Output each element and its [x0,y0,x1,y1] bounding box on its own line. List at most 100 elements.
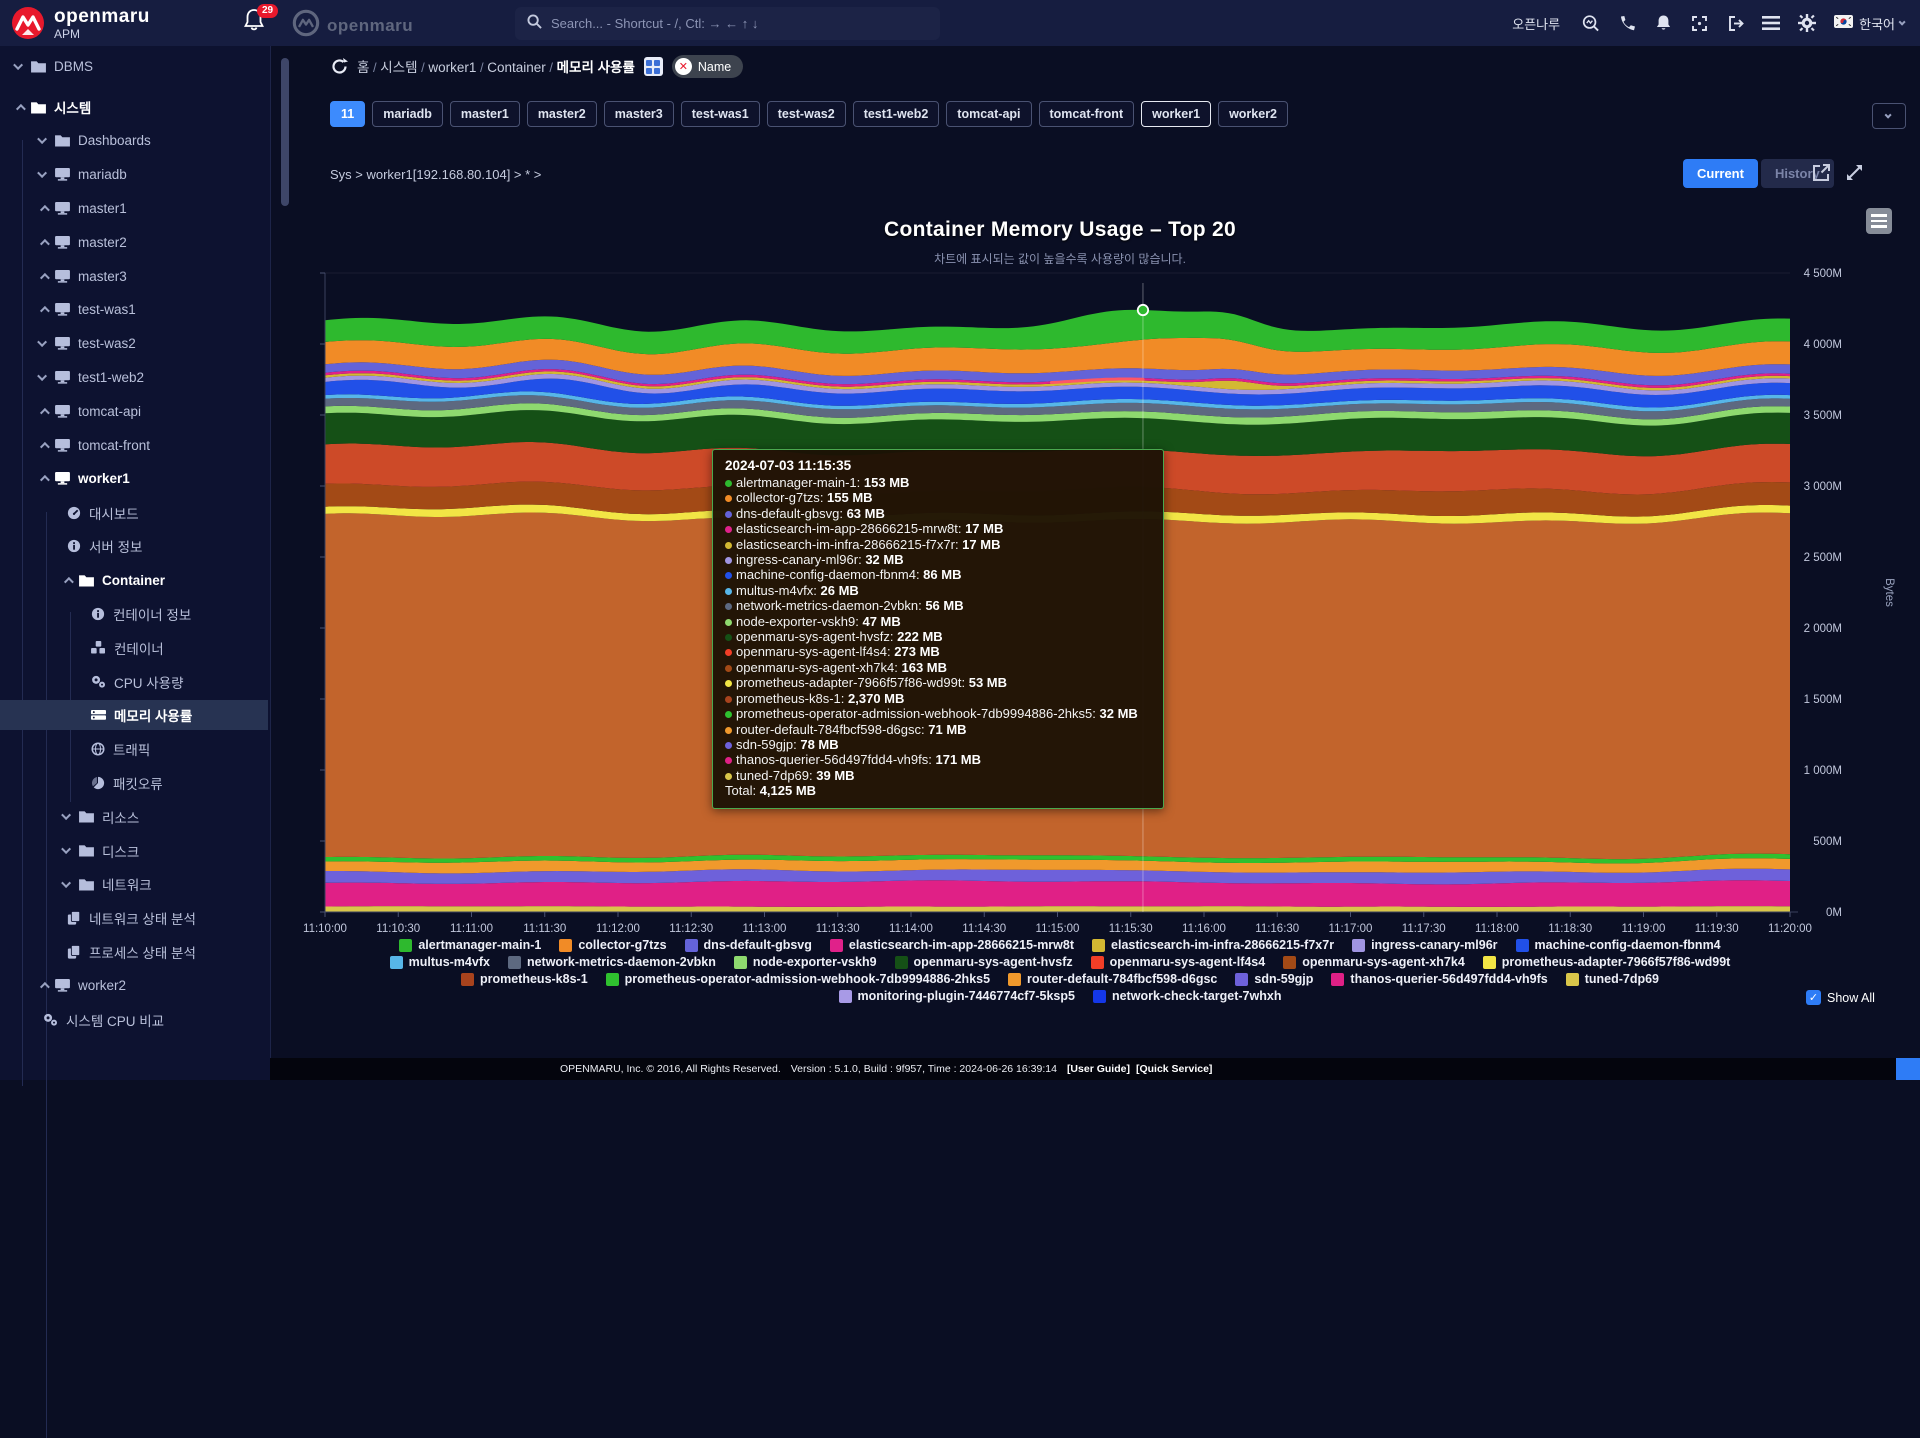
sidebar-item-test-was1[interactable]: test-was1 [0,295,268,325]
menu-bars-icon[interactable] [1762,14,1780,32]
legend-item-elasticsearch-im-infra-28666215-f7x7r[interactable]: elasticsearch-im-infra-28666215-f7x7r [1092,938,1334,952]
current-button[interactable]: Current [1683,159,1758,188]
notification-bell[interactable]: 29 [243,8,273,38]
sidebar-item-cpu-사용량[interactable]: CPU 사용량 [0,667,268,697]
sidebar-item-mariadb[interactable]: mariadb [0,160,268,190]
sidebar-item-dashboards[interactable]: Dashboards [0,126,268,156]
sidebar-item-리소스[interactable]: 리소스 [0,802,268,832]
sidebar-item-컨테이너[interactable]: 컨테이너 [0,633,268,663]
app-logo[interactable]: openmaruAPM [10,5,150,46]
legend-item-sdn-59gjp[interactable]: sdn-59gjp [1235,972,1313,986]
sidebar-item-컨테이너-정보[interactable]: 컨테이너 정보 [0,599,268,629]
search-monitor-icon[interactable] [1582,14,1600,32]
legend-item-thanos-querier-56d497fdd4-vh9fs[interactable]: thanos-querier-56d497fdd4-vh9fs [1331,972,1547,986]
sidebar-item-트래픽[interactable]: 트래픽 [0,734,268,764]
legend-item-machine-config-daemon-fbnm4[interactable]: machine-config-daemon-fbnm4 [1516,938,1721,952]
chart-menu-button[interactable] [1866,208,1892,234]
user-name[interactable]: 오픈나루 [1512,14,1560,33]
fullscreen-icon[interactable] [1690,14,1708,32]
sidebar-item-서버-정보[interactable]: 서버 정보 [0,531,268,561]
sidebar-item-master3[interactable]: master3 [0,261,268,291]
sidebar-item-master2[interactable]: master2 [0,227,268,257]
layout-grid-icon[interactable] [644,57,663,76]
show-all-toggle[interactable]: ✓ Show All [1806,990,1875,1005]
breadcrumb-item-0[interactable]: 홈 [357,60,369,75]
open-external-icon[interactable] [1812,163,1832,183]
sidebar-item-label: mariadb [78,167,127,182]
legend-item-multus-m4vfx[interactable]: multus-m4vfx [390,955,490,969]
sidebar-item-디스크[interactable]: 디스크 [0,836,268,866]
sidebar-item-tomcat-front[interactable]: tomcat-front [0,430,268,460]
language-selector[interactable]: 한국어 [1834,14,1906,33]
show-all-checkbox[interactable]: ✓ [1806,990,1821,1005]
breadcrumb-item-3[interactable]: Container [487,60,546,75]
legend-item-openmaru-sys-agent-lf4s4[interactable]: openmaru-sys-agent-lf4s4 [1091,955,1266,969]
sidebar-item-네트워크[interactable]: 네트워크 [0,869,268,899]
settings-gear-icon[interactable] [1798,14,1816,32]
sidebar-item-dbms[interactable]: DBMS [0,51,268,81]
breadcrumb-item-2[interactable]: worker1 [428,60,476,75]
legend-item-collector-g7tzs[interactable]: collector-g7tzs [559,938,666,952]
sidebar-item-test-was2[interactable]: test-was2 [0,329,268,359]
host-tag-master3[interactable]: master3 [604,101,674,127]
host-tag-tomcat-api[interactable]: tomcat-api [946,101,1031,127]
legend-item-tuned-7dp69[interactable]: tuned-7dp69 [1566,972,1659,986]
sidebar-item-시스템[interactable]: 시스템 [0,92,268,122]
name-filter-chip[interactable]: ✕ Name [672,55,743,78]
chevron-down-icon [37,337,47,347]
sidebar-item-대시보드[interactable]: 대시보드 [0,498,268,528]
legend-item-prometheus-k8s-1[interactable]: prometheus-k8s-1 [461,972,588,986]
host-tag-master1[interactable]: master1 [450,101,520,127]
search-input[interactable] [551,16,928,31]
host-tag-test1-web2[interactable]: test1-web2 [853,101,940,127]
legend-item-alertmanager-main-1[interactable]: alertmanager-main-1 [399,938,541,952]
series-dot [725,696,732,703]
host-tag-worker2[interactable]: worker2 [1218,101,1288,127]
legend-item-prometheus-adapter-7966f57f86-wd99t[interactable]: prometheus-adapter-7966f57f86-wd99t [1483,955,1731,969]
legend-item-network-check-target-7whxh[interactable]: network-check-target-7whxh [1093,989,1281,1003]
sidebar-item-네트워크-상태-분석[interactable]: 네트워크 상태 분석 [0,903,268,933]
legend-item-monitoring-plugin-7446774cf7-5ksp5[interactable]: monitoring-plugin-7446774cf7-5ksp5 [839,989,1075,1003]
legend-item-ingress-canary-ml96r[interactable]: ingress-canary-ml96r [1352,938,1497,952]
tags-dropdown-button[interactable] [1872,103,1906,129]
sidebar-item-프로세스-상태-분석[interactable]: 프로세스 상태 분석 [0,937,268,967]
svg-text:11:20:00: 11:20:00 [1768,923,1812,935]
legend-item-node-exporter-vskh9[interactable]: node-exporter-vskh9 [734,955,877,969]
sidebar-item-master1[interactable]: master1 [0,193,268,223]
breadcrumb-item-1[interactable]: 시스템 [380,60,417,75]
info-icon [67,539,81,553]
sidebar-item-메모리-사용률[interactable]: 메모리 사용률 [0,700,268,730]
host-tag-test-was2[interactable]: test-was2 [767,101,846,127]
alerts-bell-icon[interactable] [1654,14,1672,32]
footer-corner-button[interactable] [1896,1058,1920,1080]
legend-item-openmaru-sys-agent-hvsfz[interactable]: openmaru-sys-agent-hvsfz [895,955,1073,969]
refresh-icon[interactable] [330,58,348,76]
tag-count-badge[interactable]: 11 [330,101,365,127]
host-tag-master2[interactable]: master2 [527,101,597,127]
legend-item-dns-default-gbsvg[interactable]: dns-default-gbsvg [685,938,812,952]
content-scrollbar[interactable] [281,58,289,206]
remove-filter-icon[interactable]: ✕ [675,58,692,75]
phone-icon[interactable] [1618,14,1636,32]
expand-chart-icon[interactable] [1845,163,1865,183]
host-tag-mariadb[interactable]: mariadb [372,101,443,127]
legend-item-openmaru-sys-agent-xh7k4[interactable]: openmaru-sys-agent-xh7k4 [1283,955,1465,969]
sidebar-item-패킷오류[interactable]: 패킷오류 [0,768,268,798]
logout-icon[interactable] [1726,14,1744,32]
legend-item-router-default-784fbcf598-d6gsc[interactable]: router-default-784fbcf598-d6gsc [1008,972,1217,986]
sidebar-item-시스템-cpu-비교[interactable]: 시스템 CPU 비교 [0,1005,268,1035]
host-tag-tomcat-front[interactable]: tomcat-front [1039,101,1135,127]
footer-link[interactable]: [Quick Service] [1136,1063,1212,1075]
host-tag-test-was1[interactable]: test-was1 [681,101,760,127]
sidebar-item-test1-web2[interactable]: test1-web2 [0,362,268,392]
sidebar-item-container[interactable]: Container [0,565,268,595]
sidebar-item-tomcat-api[interactable]: tomcat-api [0,396,268,426]
tooltip-series-value: 17 MB [965,521,1003,536]
legend-item-network-metrics-daemon-2vbkn[interactable]: network-metrics-daemon-2vbkn [508,955,716,969]
footer-link[interactable]: [User Guide] [1067,1063,1130,1075]
legend-item-prometheus-operator-admission-webhook-7db9994886-2hks5[interactable]: prometheus-operator-admission-webhook-7d… [606,972,990,986]
sidebar-item-worker1[interactable]: worker1 [0,464,268,494]
host-tag-worker1[interactable]: worker1 [1141,101,1211,127]
sidebar-item-worker2[interactable]: worker2 [0,971,268,1001]
legend-item-elasticsearch-im-app-28666215-mrw8t[interactable]: elasticsearch-im-app-28666215-mrw8t [830,938,1074,952]
